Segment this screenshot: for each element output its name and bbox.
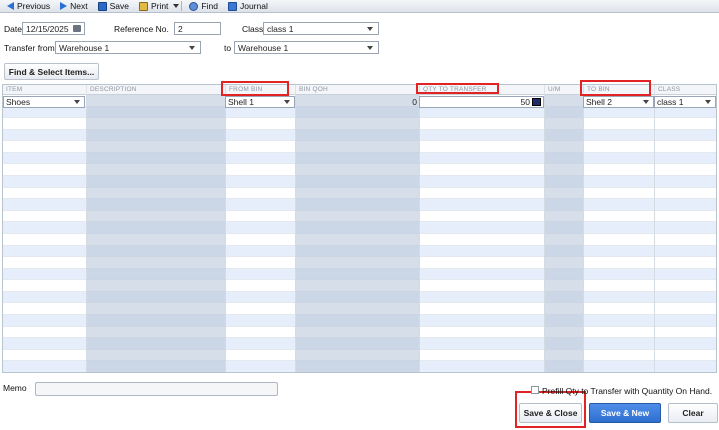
reference-value: 2 [178,23,183,34]
chevron-down-icon [643,100,649,104]
column-divider [419,95,420,372]
row1-class-value: class 1 [657,97,684,107]
column-divider [86,95,87,372]
toolbar-divider [181,1,183,11]
class-label: Class [242,24,264,34]
row1-item-select[interactable]: Shoes [3,96,85,108]
class-select[interactable]: class 1 [263,22,379,35]
row1-qty-value: 50 [520,97,530,107]
arrow-right-icon [60,2,68,10]
transfer-to-value: Warehouse 1 [238,42,289,53]
date-label: Date [4,24,22,34]
arrow-left-icon [7,2,14,10]
class-value: class 1 [267,23,294,34]
reference-field[interactable]: 2 [174,22,221,35]
chevron-down-icon [284,100,290,104]
save-close-button[interactable]: Save & Close [519,403,582,423]
next-label: Next [70,1,88,11]
transfer-from-value: Warehouse 1 [59,42,110,53]
save-label: Save [109,1,129,11]
highlight-qty-to-transfer [416,83,499,94]
row1-bin-qoh-value: 0 [412,97,417,107]
items-grid: ITEM DESCRIPTION FROM BIN BIN QOH QTY TO… [2,84,717,373]
find-select-items-button[interactable]: Find & Select Items... [4,63,99,80]
row1-to-bin-value: Shell 2 [586,97,612,107]
column-header-bin-qoh[interactable]: BIN QOH [295,85,419,95]
next-button[interactable]: Next [55,0,92,13]
transfer-from-select[interactable]: Warehouse 1 [55,41,201,54]
column-divider [583,95,584,372]
to-label: to [224,43,232,53]
clear-button[interactable]: Clear [668,403,718,423]
chevron-down-icon [367,45,373,50]
journal-icon [227,1,237,11]
transfer-to-select[interactable]: Warehouse 1 [234,41,379,54]
column-divider [295,95,296,372]
toolbar: Previous Next Save Print Find Journal [0,0,719,13]
memo-input[interactable] [35,382,278,396]
date-field[interactable]: 12/15/2025 [22,22,85,35]
date-value: 12/15/2025 [26,23,69,34]
column-divider [544,95,545,372]
column-header-description[interactable]: DESCRIPTION [86,85,225,95]
print-dropdown-chevron-icon[interactable] [173,4,180,8]
memo-label: Memo [3,383,27,393]
row1-bin-qoh: 0 [295,96,419,108]
prefill-label: Prefill Qty to Transfer with Quantity On… [542,386,713,396]
column-header-um[interactable]: U/M [544,85,583,95]
column-header-class[interactable]: CLASS [654,85,716,95]
find-icon [189,1,199,11]
row1-class-select[interactable]: class 1 [654,96,716,108]
print-label: Print [150,1,169,11]
print-button[interactable]: Print [134,0,173,13]
row1-qty-to-transfer-input[interactable]: 50 [419,96,544,108]
bin-qoh-column-shade [295,95,419,372]
previous-label: Previous [17,1,51,11]
save-button[interactable]: Save [93,0,134,13]
highlight-from-bin [221,81,289,96]
column-divider [654,95,655,372]
column-divider [225,95,226,372]
um-column-shade [544,95,583,372]
previous-button[interactable]: Previous [2,0,55,13]
row1-item-value: Shoes [6,97,31,107]
find-button[interactable]: Find [184,0,223,13]
chevron-down-icon [74,100,80,104]
row1-from-bin-value: Shell 1 [228,97,254,107]
chevron-down-icon [705,100,711,104]
row1-to-bin-select[interactable]: Shell 2 [583,96,654,108]
column-header-item[interactable]: ITEM [3,85,86,95]
save-new-button[interactable]: Save & New [589,403,661,423]
highlight-to-bin [580,80,651,96]
printer-icon [138,1,148,11]
chevron-down-icon [189,45,195,50]
row1-from-bin-select[interactable]: Shell 1 [225,96,295,108]
reference-label: Reference No. [114,24,169,34]
save-icon [97,1,107,11]
journal-button[interactable]: Journal [223,0,273,13]
journal-label: Journal [239,1,268,11]
calculator-icon[interactable] [532,98,541,106]
transfer-from-label: Transfer from [4,43,55,53]
description-column-shade [86,95,225,372]
prefill-checkbox[interactable] [531,386,539,394]
find-label: Find [201,1,218,11]
calendar-icon[interactable] [73,25,81,32]
chevron-down-icon [367,26,373,31]
